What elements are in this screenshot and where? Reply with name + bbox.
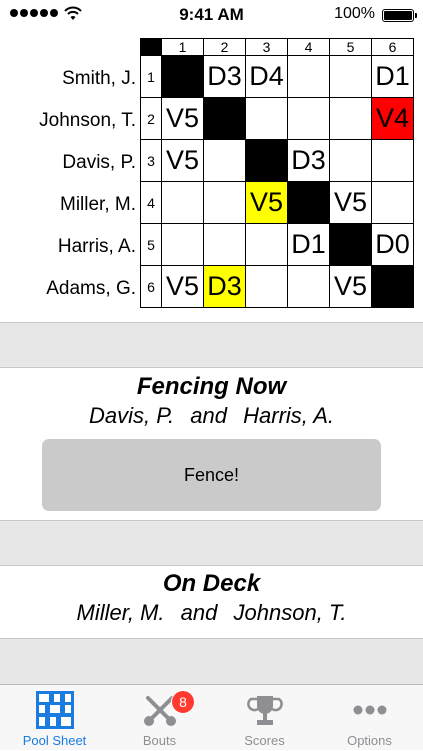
- bout-result-cell[interactable]: [245, 97, 288, 140]
- bout-result-cell[interactable]: D4: [245, 55, 288, 98]
- grid-self-cell: [329, 223, 372, 266]
- bout-result-cell-highlighted[interactable]: D3: [203, 265, 246, 308]
- bout-result-cell[interactable]: [203, 181, 246, 224]
- more-dots-icon: [353, 705, 386, 715]
- fencer-b-name: Johnson, T.: [233, 600, 347, 625]
- bout-result-cell[interactable]: [287, 97, 330, 140]
- grid-self-cell: [161, 55, 204, 98]
- row-number: 4: [140, 181, 162, 224]
- pool-sheet-grid: 1 2 3 4 5 6 1 D3 D4 D1 2 V5 V4 3 V5 D3 4…: [140, 38, 414, 308]
- grid-self-cell: [203, 97, 246, 140]
- column-number: 1: [161, 38, 204, 56]
- tab-label: Options: [347, 733, 392, 748]
- section-separator: [0, 520, 423, 566]
- column-number: 4: [287, 38, 330, 56]
- tab-scores[interactable]: Scores: [212, 685, 317, 751]
- trophy-icon: [246, 696, 283, 725]
- fencer-a-name: Davis, P.: [88, 403, 175, 428]
- fencing-now-section: Fencing Now Davis, P. and Harris, A. Fen…: [0, 368, 423, 520]
- column-number: 6: [371, 38, 414, 56]
- bout-result-cell[interactable]: [329, 55, 372, 98]
- on-deck-bout: Miller, M. and Johnson, T.: [0, 600, 423, 626]
- grid-row: 4 V5 V5: [140, 181, 414, 224]
- column-number: 3: [245, 38, 288, 56]
- column-number: 5: [329, 38, 372, 56]
- bout-result-cell[interactable]: D3: [287, 139, 330, 182]
- fencer-name: Davis, P.: [62, 152, 136, 173]
- bout-result-cell[interactable]: [287, 265, 330, 308]
- bout-result-cell[interactable]: V5: [161, 139, 204, 182]
- bout-result-cell[interactable]: [329, 97, 372, 140]
- grid-header-row: 1 2 3 4 5 6: [140, 38, 414, 56]
- section-separator: [0, 638, 423, 684]
- bout-result-cell[interactable]: V5: [161, 265, 204, 308]
- fencing-now-heading: Fencing Now: [136, 373, 287, 400]
- bout-result-cell[interactable]: [287, 55, 330, 98]
- grid-row: 5 D1 D0: [140, 223, 414, 266]
- fencer-name: Miller, M.: [60, 194, 136, 215]
- on-deck-section: On Deck Miller, M. and Johnson, T.: [0, 566, 423, 638]
- grid-self-cell: [371, 265, 414, 308]
- tab-bouts[interactable]: 8 Bouts: [107, 685, 212, 751]
- bout-result-cell[interactable]: [371, 139, 414, 182]
- grid-row: 6 V5 D3 V5: [140, 265, 414, 308]
- bout-result-cell[interactable]: [329, 139, 372, 182]
- fencer-name: Harris, A.: [57, 236, 136, 257]
- bout-result-cell[interactable]: [161, 223, 204, 266]
- row-number: 3: [140, 139, 162, 182]
- pool-sheet-icon: [35, 691, 74, 729]
- bouts-badge: 8: [171, 690, 195, 714]
- tab-label: Pool Sheet: [22, 733, 87, 748]
- bout-result-cell-highlighted[interactable]: V5: [245, 181, 288, 224]
- fencer-b-name: Harris, A.: [243, 403, 334, 428]
- grid-self-cell: [245, 139, 288, 182]
- bout-result-cell[interactable]: D1: [287, 223, 330, 266]
- bout-result-cell[interactable]: [161, 181, 204, 224]
- bout-result-cell[interactable]: V5: [329, 265, 372, 308]
- grid-row: 3 V5 D3: [140, 139, 414, 182]
- fencer-name: Johnson, T.: [39, 110, 136, 131]
- fencer-name: Adams, G.: [46, 278, 136, 299]
- fencer-name: Smith, J.: [62, 68, 136, 89]
- and-label: and: [180, 600, 218, 625]
- tab-options[interactable]: Options: [317, 685, 422, 751]
- bout-result-cell[interactable]: [371, 181, 414, 224]
- bout-result-cell[interactable]: [203, 223, 246, 266]
- tab-pool-sheet[interactable]: Pool Sheet: [2, 685, 107, 751]
- tab-label: Scores: [244, 733, 285, 748]
- tab-label: Bouts: [142, 733, 177, 748]
- battery-percentage: 100%: [334, 5, 375, 22]
- bout-result-cell[interactable]: [203, 139, 246, 182]
- fence-button[interactable]: Fence!: [42, 439, 381, 511]
- battery-icon: [382, 9, 417, 22]
- bout-result-cell[interactable]: [245, 223, 288, 266]
- column-number: 2: [203, 38, 246, 56]
- grid-row: 2 V5 V4: [140, 97, 414, 140]
- bout-result-cell[interactable]: V5: [329, 181, 372, 224]
- row-number: 5: [140, 223, 162, 266]
- tab-bar: Pool Sheet 8 Bouts Scores Options: [0, 684, 423, 750]
- status-bar: 9:41 AM 100%: [0, 0, 423, 30]
- grid-corner: [140, 38, 162, 56]
- row-number: 1: [140, 55, 162, 98]
- section-separator: [0, 322, 423, 368]
- bout-result-cell[interactable]: [245, 265, 288, 308]
- bout-result-cell[interactable]: D3: [203, 55, 246, 98]
- bout-result-cell-latest[interactable]: V4: [371, 97, 414, 140]
- bout-result-cell[interactable]: D1: [371, 55, 414, 98]
- fencer-a-name: Miller, M.: [76, 600, 165, 625]
- bout-result-cell[interactable]: V5: [161, 97, 204, 140]
- and-label: and: [190, 403, 228, 428]
- row-number: 6: [140, 265, 162, 308]
- on-deck-heading: On Deck: [162, 570, 261, 597]
- fencing-now-bout: Davis, P. and Harris, A.: [0, 403, 423, 429]
- grid-row: 1 D3 D4 D1: [140, 55, 414, 98]
- bout-result-cell[interactable]: D0: [371, 223, 414, 266]
- grid-self-cell: [287, 181, 330, 224]
- row-number: 2: [140, 97, 162, 140]
